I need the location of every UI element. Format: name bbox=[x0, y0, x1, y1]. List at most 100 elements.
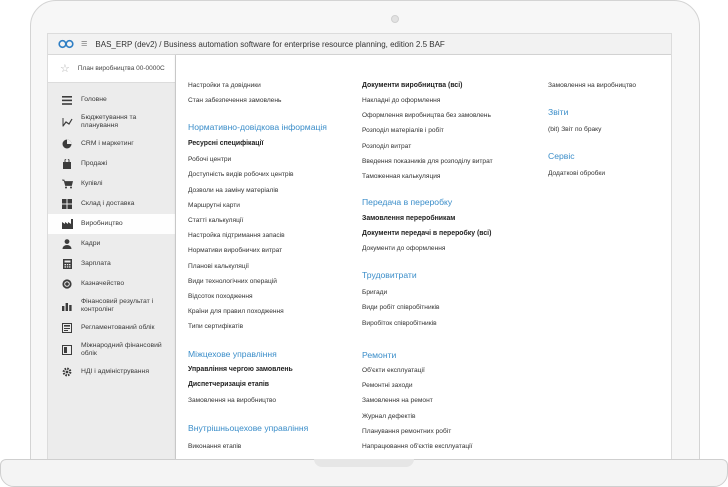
menu-link[interactable]: Введення показників для розподілу витрат bbox=[362, 157, 493, 166]
logo-icon[interactable] bbox=[58, 39, 74, 49]
menu-link[interactable]: Робочі центри bbox=[188, 155, 231, 164]
menu-link[interactable]: Замовлення на виробництво bbox=[548, 81, 636, 90]
sidebar-item-10[interactable]: Казначейство bbox=[48, 274, 175, 294]
window-title: BAS_ERP (dev2) / Business automation sof… bbox=[95, 39, 445, 49]
menu-link[interactable]: (bit) Звіт по браку bbox=[548, 125, 601, 134]
menu-link[interactable]: Замовлення на ремонт bbox=[362, 396, 433, 405]
menu-link[interactable]: Типи сертифікатів bbox=[188, 322, 243, 331]
sidebar-item-label: CRM і маркетинг bbox=[81, 140, 134, 147]
menu-link[interactable]: Бригади bbox=[362, 288, 387, 297]
camera-icon bbox=[391, 15, 399, 23]
menu-link[interactable]: Настройка підтримання запасів bbox=[188, 231, 285, 240]
menu-link[interactable]: Відсоток походження bbox=[188, 292, 253, 301]
sidebar-item-14[interactable]: НДІ і адміністрування bbox=[48, 362, 175, 382]
person-icon bbox=[61, 238, 73, 250]
bar-chart-icon bbox=[61, 300, 73, 312]
sidebar-item-13[interactable]: Міжнародний фінансовий облік bbox=[48, 338, 175, 362]
sidebar: ☆ План виробництва 00-0000С Головне Бюдже… bbox=[48, 55, 176, 459]
sidebar-item-label: Кадри bbox=[81, 240, 101, 247]
open-tab-label: План виробництва 00-0000С bbox=[77, 65, 165, 72]
group-title: Передача в переробку bbox=[362, 197, 453, 207]
menu-link[interactable]: Накладні до оформлення bbox=[362, 96, 440, 105]
menu-link[interactable]: Замовлення на виробництво bbox=[188, 396, 276, 405]
sidebar-item-1[interactable]: Головне bbox=[48, 90, 175, 110]
menu-link[interactable]: Види технологічних операцій bbox=[188, 277, 277, 286]
book-icon bbox=[61, 344, 73, 356]
group-title: Міжцехове управління bbox=[188, 349, 277, 359]
menu-link[interactable]: Журнал дефектів bbox=[362, 412, 415, 421]
sidebar-nav: Головне Бюджетування та планування CRM і м… bbox=[48, 83, 175, 382]
sidebar-item-5[interactable]: Купівлі bbox=[48, 174, 175, 194]
menu-link[interactable]: Розподіл матеріалів і робіт bbox=[362, 126, 444, 135]
menu-link[interactable]: Нормативи виробничих витрат bbox=[188, 246, 282, 255]
sidebar-item-label: НДІ і адміністрування bbox=[81, 368, 149, 375]
sidebar-item-label: Бюджетування та планування bbox=[81, 114, 137, 129]
sidebar-item-6[interactable]: Склад і доставка bbox=[48, 194, 175, 214]
sidebar-item-12[interactable]: Регламентований облік bbox=[48, 318, 175, 338]
coin-icon bbox=[61, 278, 73, 290]
group-title: Внутрішньоцехове управління bbox=[188, 423, 309, 433]
menu-lines-icon bbox=[61, 94, 73, 106]
menu-link[interactable]: Замовлення переробникам bbox=[362, 214, 455, 223]
sidebar-item-label: Виробництво bbox=[81, 220, 123, 227]
menu-link[interactable]: Маршрутні карти bbox=[188, 201, 240, 210]
sidebar-item-9[interactable]: Зарплата bbox=[48, 254, 175, 274]
bag-icon bbox=[61, 158, 73, 170]
sidebar-item-label: Склад і доставка bbox=[81, 200, 135, 207]
screen: ≡ BAS_ERP (dev2) / Business automation s… bbox=[47, 33, 672, 459]
group-title: Трудовитрати bbox=[362, 270, 417, 280]
menu-link[interactable]: Статті калькуляції bbox=[188, 216, 243, 225]
sidebar-item-label: Регламентований облік bbox=[81, 324, 155, 331]
factory-icon bbox=[61, 218, 73, 230]
warehouse-icon bbox=[61, 198, 73, 210]
menu-link[interactable]: Планові калькуляції bbox=[188, 262, 249, 271]
sidebar-item-label: Зарплата bbox=[81, 260, 111, 267]
sidebar-item-7[interactable]: Виробництво bbox=[48, 214, 175, 234]
menu-link[interactable]: Таможенная калькуляция bbox=[362, 172, 441, 181]
menu-link[interactable]: Ресурсні специфікації bbox=[188, 139, 263, 148]
group-title: Ремонти bbox=[362, 350, 397, 360]
hamburger-menu-icon[interactable]: ≡ bbox=[81, 38, 87, 50]
pie-icon bbox=[61, 138, 73, 150]
sidebar-item-4[interactable]: Продажі bbox=[48, 154, 175, 174]
group-title: Нормативно-довідкова інформація bbox=[188, 122, 327, 132]
cart-icon bbox=[61, 178, 73, 190]
menu-link[interactable]: Диспетчеризація етапів bbox=[188, 380, 269, 389]
laptop-notch bbox=[314, 459, 414, 467]
sidebar-item-label: Казначейство bbox=[81, 280, 125, 287]
calculator-icon bbox=[61, 258, 73, 270]
production-section-panel: Настройки та довідники Стан забезпечення … bbox=[176, 55, 671, 459]
trend-icon bbox=[61, 116, 73, 128]
menu-link[interactable]: Стан забезпечення замовлень bbox=[188, 96, 281, 105]
menu-link[interactable]: Види робіт співробітників bbox=[362, 303, 439, 312]
menu-link[interactable]: Доступність видів робочих центрів bbox=[188, 170, 294, 179]
sidebar-item-label: Купівлі bbox=[81, 180, 103, 187]
ledger-icon bbox=[61, 322, 73, 334]
menu-link[interactable]: Розподіл витрат bbox=[362, 142, 411, 151]
sidebar-item-label: Міжнародний фінансовий облік bbox=[81, 342, 162, 357]
star-icon[interactable]: ☆ bbox=[60, 62, 70, 75]
menu-link[interactable]: Дозволи на заміну матеріалів bbox=[188, 186, 278, 195]
menu-link[interactable]: Виконання етапів bbox=[188, 442, 241, 451]
sidebar-item-3[interactable]: CRM і маркетинг bbox=[48, 134, 175, 154]
menu-link[interactable]: Ремонтні заходи bbox=[362, 381, 413, 390]
sidebar-item-8[interactable]: Кадри bbox=[48, 234, 175, 254]
menu-link[interactable]: Виробіток співробітників bbox=[362, 319, 437, 328]
menu-link[interactable]: Напрацювання об'єктів експлуатації bbox=[362, 442, 472, 451]
menu-link[interactable]: Країни для правил походження bbox=[188, 307, 284, 316]
sidebar-item-2[interactable]: Бюджетування та планування bbox=[48, 110, 175, 134]
menu-link[interactable]: Документи передачі в переробку (всі) bbox=[362, 229, 491, 238]
menu-link[interactable]: Управління чергою замовлень bbox=[188, 365, 293, 374]
menu-link[interactable]: Оформлення виробництва без замовлень bbox=[362, 111, 491, 120]
menu-link[interactable]: Додаткові обробки bbox=[548, 169, 605, 178]
menu-link[interactable]: Об'єкти експлуатації bbox=[362, 366, 425, 375]
sidebar-item-label: Продажі bbox=[81, 160, 108, 167]
sidebar-item-11[interactable]: Фінансовий результат і контролінг bbox=[48, 294, 175, 318]
menu-link[interactable]: Планування ремонтних робіт bbox=[362, 427, 451, 436]
group-title: Звіти bbox=[548, 107, 569, 117]
menu-link[interactable]: Настройки та довідники bbox=[188, 81, 261, 90]
menu-link[interactable]: Документи до оформлення bbox=[362, 244, 445, 253]
open-tab-plan[interactable]: ☆ План виробництва 00-0000С bbox=[48, 55, 175, 83]
gear-icon bbox=[61, 366, 73, 378]
menu-link[interactable]: Документи виробництва (всі) bbox=[362, 81, 462, 90]
